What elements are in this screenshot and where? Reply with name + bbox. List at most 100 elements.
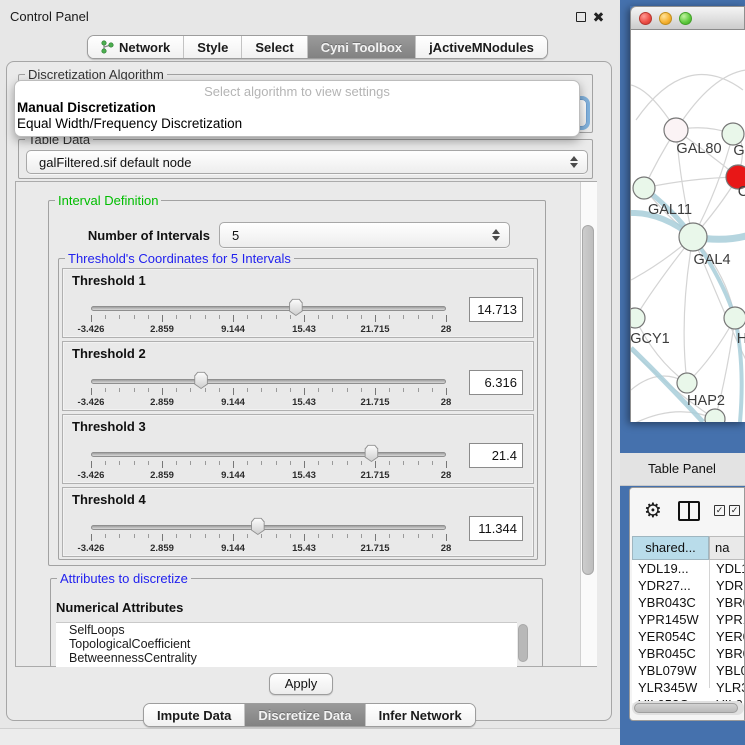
apply-button[interactable]: Apply bbox=[269, 673, 333, 695]
control-panel: Control Panel ✖ NetworkStyleSelectCyni T… bbox=[0, 0, 620, 745]
network-node-hap2[interactable] bbox=[677, 373, 697, 393]
threshold-label: Threshold 3 bbox=[72, 419, 146, 434]
threshold-box: Threshold 1-3.4262.8599.14415.4321.71528… bbox=[62, 268, 534, 338]
tick-mark bbox=[347, 388, 348, 392]
tick-mark bbox=[332, 315, 333, 319]
horizontal-scrollbar[interactable] bbox=[632, 701, 744, 715]
tick-mark bbox=[205, 534, 206, 538]
zoom-light[interactable] bbox=[679, 12, 692, 25]
tick-mark bbox=[91, 315, 92, 322]
table-row[interactable]: YLR345WYLR3 bbox=[632, 679, 745, 696]
tick-mark bbox=[290, 534, 291, 538]
slider-thumb[interactable] bbox=[194, 371, 209, 389]
split-column-icon[interactable] bbox=[678, 501, 700, 521]
network-node-gal11[interactable] bbox=[633, 177, 655, 199]
tick-mark bbox=[261, 461, 262, 465]
num-intervals-combobox[interactable]: 5 bbox=[219, 222, 510, 248]
table-panel-title: Table Panel bbox=[648, 461, 716, 476]
minimize-light[interactable] bbox=[659, 12, 672, 25]
group-title: Threshold's Coordinates for 5 Intervals bbox=[65, 251, 294, 266]
gear-icon[interactable]: ⚙ bbox=[644, 498, 662, 523]
node-label: GCY1 bbox=[631, 331, 670, 347]
network-canvas[interactable]: GAL80GCGAL11GAL4GCY1HHAP2 bbox=[630, 30, 745, 422]
tick-mark bbox=[134, 388, 135, 392]
column-header-name[interactable]: na bbox=[709, 536, 745, 560]
network-node-g[interactable] bbox=[722, 123, 744, 145]
threshold-slider-track[interactable] bbox=[91, 379, 446, 384]
tick-mark bbox=[176, 461, 177, 465]
network-node-h[interactable] bbox=[724, 307, 745, 329]
network-edge bbox=[676, 70, 745, 130]
numerical-attributes-list[interactable]: SelfLoopsTopologicalCoefficientBetweenne… bbox=[56, 622, 517, 667]
slider-thumb-face bbox=[195, 372, 208, 388]
tab-infer-network[interactable]: Infer Network bbox=[366, 704, 475, 726]
tick-mark bbox=[446, 534, 447, 541]
list-item[interactable]: SelfLoops bbox=[56, 623, 517, 637]
threshold-value-field[interactable]: 14.713 bbox=[469, 297, 523, 322]
tick-mark bbox=[403, 461, 404, 465]
threshold-slider-track[interactable] bbox=[91, 525, 446, 530]
dropdown-option[interactable]: Equal Width/Frequency Discretization bbox=[15, 116, 579, 132]
threshold-value-field[interactable]: 11.344 bbox=[469, 516, 523, 541]
tick-mark bbox=[233, 461, 234, 468]
network-window-titlebar[interactable] bbox=[630, 6, 745, 30]
network-view-window: GAL80GCGAL11GAL4GCY1HHAP2 bbox=[630, 6, 745, 422]
table-data-combobox[interactable]: galFiltered.sif default node bbox=[26, 150, 588, 174]
tab-label: Cyni Toolbox bbox=[321, 40, 402, 55]
cell-shared-name: YPR145W bbox=[638, 611, 699, 628]
tab-style[interactable]: Style bbox=[184, 36, 242, 58]
table-row[interactable]: YPR145WYPR1 bbox=[632, 611, 745, 628]
threshold-value-field[interactable]: 21.4 bbox=[469, 443, 523, 468]
threshold-slider-track[interactable] bbox=[91, 306, 446, 311]
tab-select[interactable]: Select bbox=[242, 36, 307, 58]
tab-jactivemnodules[interactable]: jActiveMNodules bbox=[416, 36, 547, 58]
float-window-icon[interactable] bbox=[576, 12, 586, 22]
column-header-shared-name[interactable]: shared... bbox=[632, 536, 709, 560]
dropdown-option[interactable]: Manual Discretization bbox=[15, 100, 579, 116]
tick-mark bbox=[403, 388, 404, 392]
tick-mark bbox=[332, 534, 333, 538]
list-scrollbar[interactable] bbox=[518, 624, 528, 662]
tab-network[interactable]: Network bbox=[88, 36, 184, 58]
list-item[interactable]: BetweennessCentrality bbox=[56, 651, 517, 665]
vertical-scrollbar-thumb[interactable] bbox=[582, 225, 594, 575]
tick-mark bbox=[105, 534, 106, 538]
network-node-gal4[interactable] bbox=[679, 223, 707, 251]
cell-name: YBR0 bbox=[716, 594, 745, 611]
tab-impute-data[interactable]: Impute Data bbox=[144, 704, 245, 726]
tick-mark bbox=[233, 315, 234, 322]
slider-thumb[interactable] bbox=[288, 298, 303, 316]
threshold-value-field[interactable]: 6.316 bbox=[469, 370, 523, 395]
table-row[interactable]: YDL19...YDL1 bbox=[632, 560, 745, 577]
checkbox-checked-icon[interactable]: ✓ bbox=[729, 505, 740, 516]
slider-thumb[interactable] bbox=[364, 444, 379, 462]
tick-mark bbox=[446, 315, 447, 322]
cell-shared-name: YDL19... bbox=[638, 560, 689, 577]
network-node[interactable] bbox=[705, 409, 725, 422]
tick-label: 2.859 bbox=[150, 543, 174, 554]
close-icon[interactable]: ✖ bbox=[592, 11, 605, 24]
tick-mark bbox=[432, 315, 433, 319]
checkbox-checked-icon[interactable]: ✓ bbox=[714, 505, 725, 516]
tick-mark bbox=[134, 315, 135, 319]
tab-cyni-toolbox[interactable]: Cyni Toolbox bbox=[308, 36, 416, 58]
threshold-slider-track[interactable] bbox=[91, 452, 446, 457]
network-node-gal80[interactable] bbox=[664, 118, 688, 142]
table-row[interactable]: YBL079WYBL0 bbox=[632, 662, 745, 679]
tick-mark bbox=[91, 534, 92, 541]
tick-mark bbox=[290, 315, 291, 319]
table-row[interactable]: YBR043CYBR0 bbox=[632, 594, 745, 611]
list-item[interactable]: TopologicalCoefficient bbox=[56, 637, 517, 651]
network-node-gcy1[interactable] bbox=[631, 308, 645, 328]
table-row[interactable]: YER054CYER0 bbox=[632, 628, 745, 645]
slider-thumb[interactable] bbox=[250, 517, 265, 535]
tab-label: Impute Data bbox=[157, 708, 231, 723]
close-light[interactable] bbox=[639, 12, 652, 25]
table-row[interactable]: YBR045CYBR0 bbox=[632, 645, 745, 662]
network-icon bbox=[101, 40, 114, 54]
tab-discretize-data[interactable]: Discretize Data bbox=[245, 704, 365, 726]
tick-label: 2.859 bbox=[150, 324, 174, 335]
table-row[interactable]: YDR27...YDR2 bbox=[632, 577, 745, 594]
node-label: C bbox=[738, 184, 745, 200]
numerical-attributes-label: Numerical Attributes bbox=[56, 600, 183, 615]
